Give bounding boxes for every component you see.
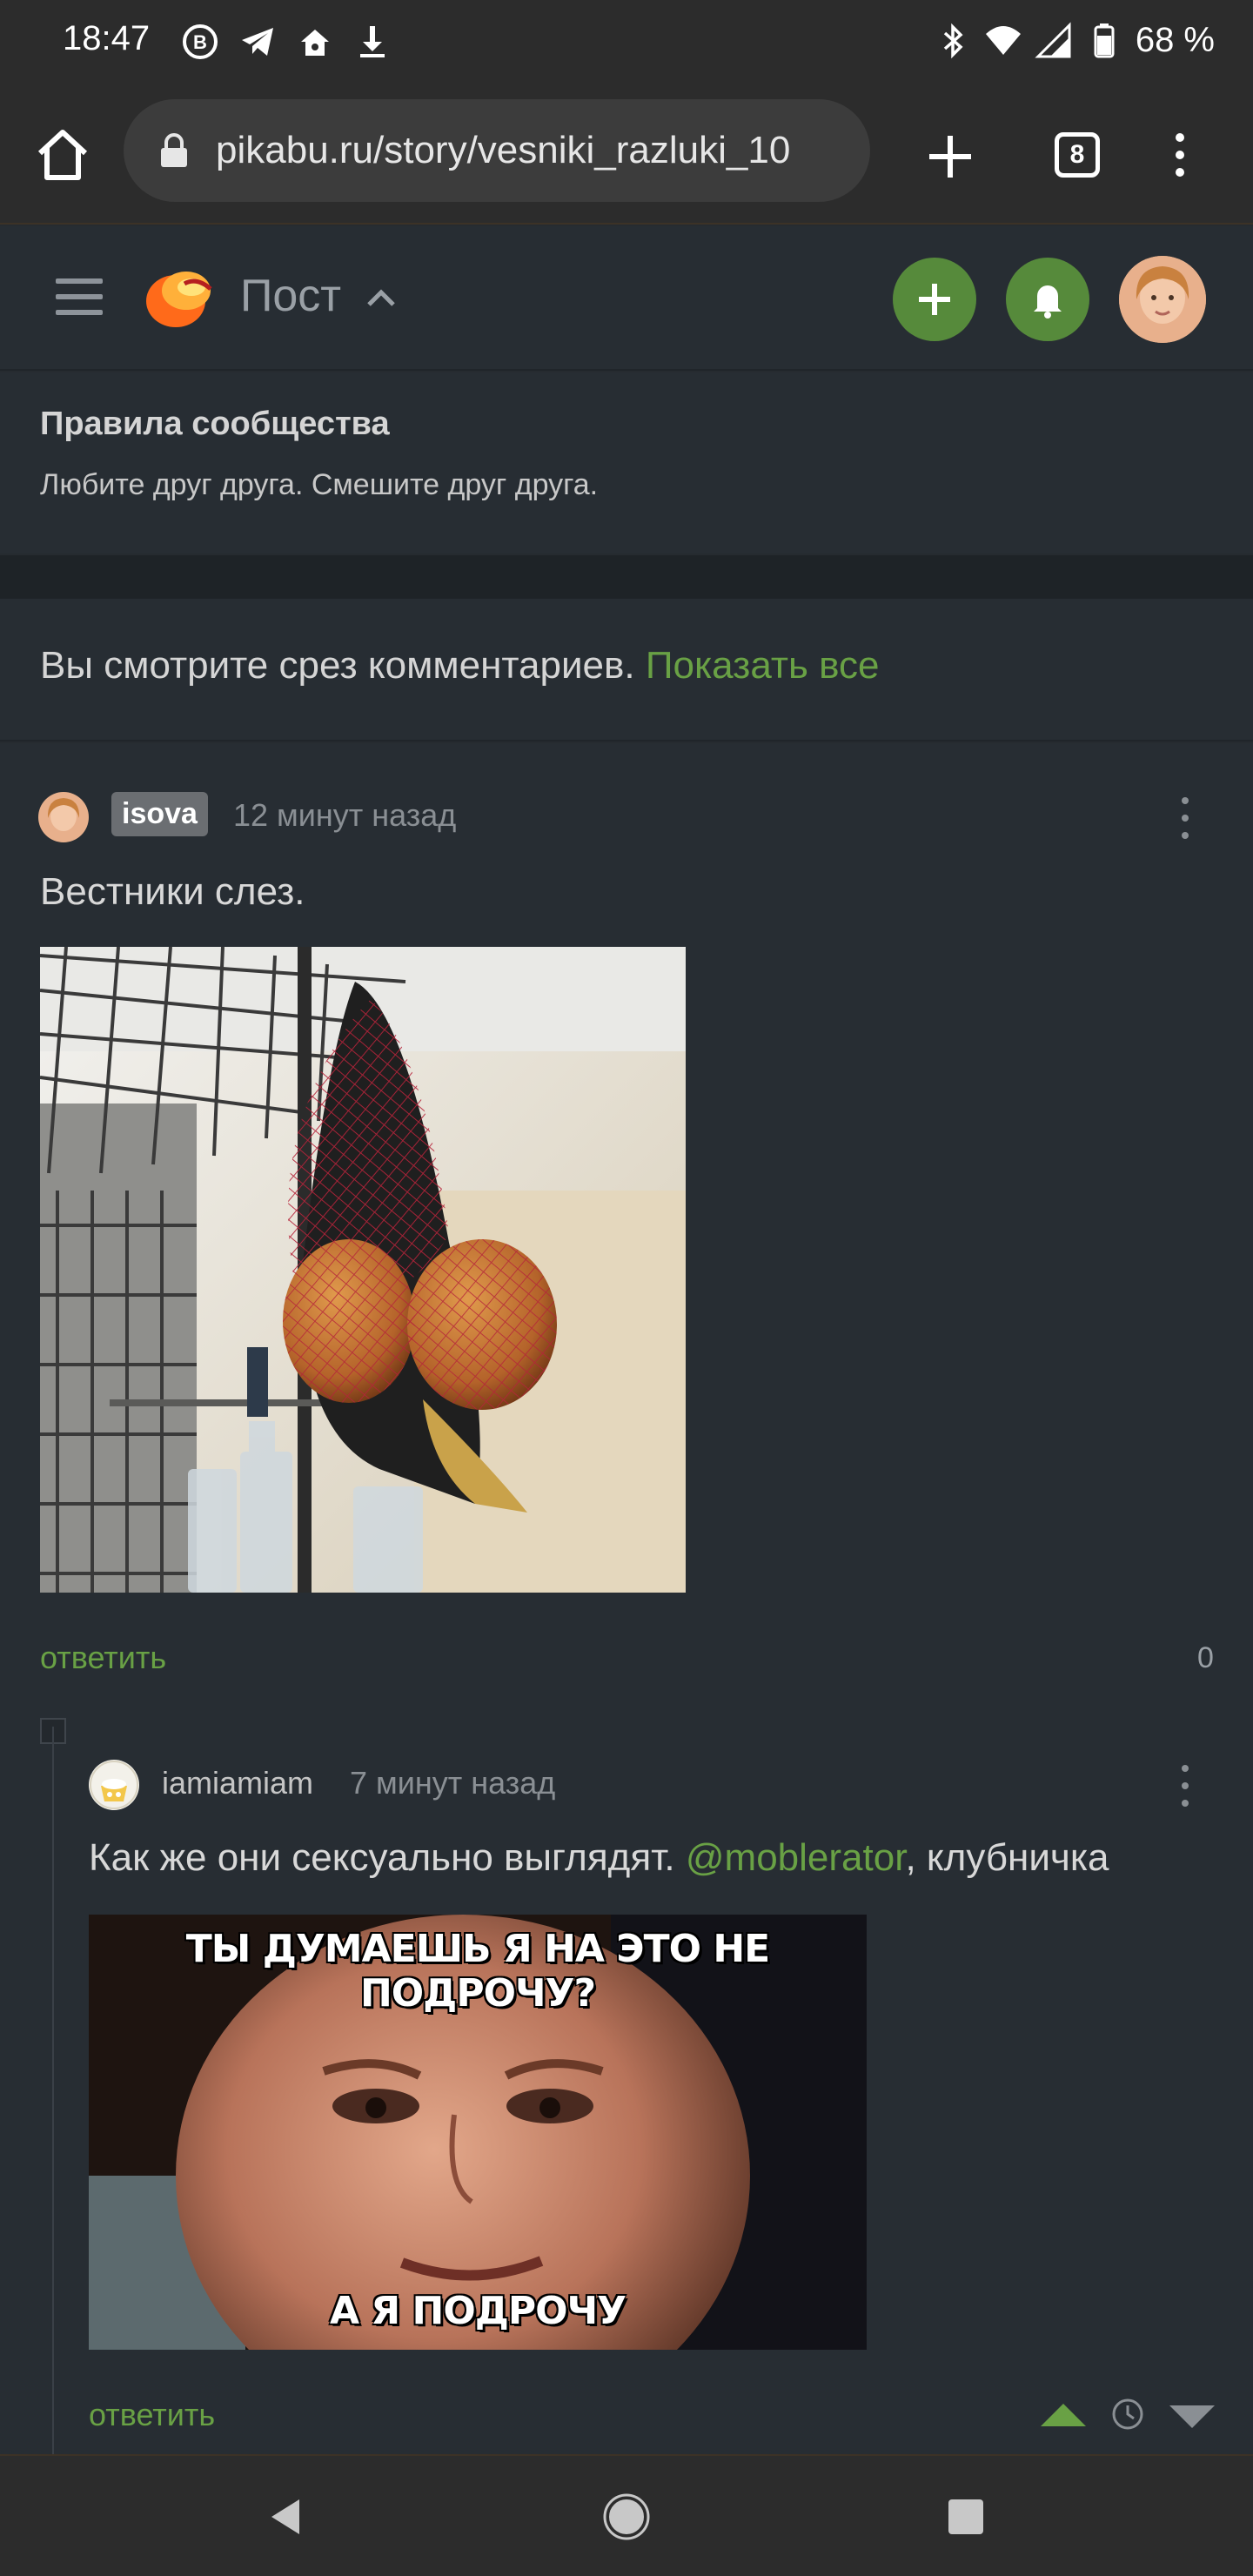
clock: 18:47: [63, 19, 151, 57]
rules-title: Правила сообщества: [40, 406, 390, 442]
slice-notice-label: Вы смотрите срез комментариев.: [40, 644, 635, 687]
system-navigation-bar: [0, 2454, 1253, 2576]
signal-icon: [1035, 21, 1071, 57]
pikabu-logo-icon[interactable]: [141, 258, 216, 332]
address-bar[interactable]: pikabu.ru/story/vesniki_razluki_10: [124, 99, 870, 202]
home-icon[interactable]: [31, 124, 94, 186]
wifi-icon: [985, 25, 1021, 55]
avatar[interactable]: [89, 1760, 139, 1810]
meme-bottom-caption: А Я ПОДРОЧУ: [329, 2289, 626, 2333]
bell-icon: [1034, 285, 1062, 319]
telegram-icon: [242, 28, 273, 56]
bluetooth-icon: [943, 23, 963, 58]
plus-icon: [919, 284, 950, 315]
home-notif-icon: [301, 30, 329, 56]
browser-menu-icon[interactable]: [1163, 129, 1197, 181]
avatar-image: [1119, 256, 1206, 343]
comment-author-badge[interactable]: isova: [111, 792, 208, 836]
clock-icon[interactable]: [1110, 2397, 1145, 2432]
community-rules: Правила сообщества Любите друг друга. См…: [0, 372, 1253, 553]
system-icons: 68 %: [934, 21, 1215, 60]
avatar-image: [89, 1760, 139, 1810]
thread-line[interactable]: [52, 1727, 54, 2454]
user-mention-link[interactable]: @moblerator: [686, 1836, 906, 1879]
site-header: Пост: [0, 226, 1253, 371]
url-text[interactable]: pikabu.ru/story/vesniki_razluki_10: [216, 129, 851, 172]
tab-switcher-button[interactable]: 8: [1055, 132, 1100, 178]
user-avatar[interactable]: [1119, 256, 1206, 343]
section-divider: [0, 555, 1253, 599]
comment-score: 0: [1197, 1641, 1214, 1674]
hamburger-menu-icon[interactable]: [54, 272, 104, 322]
svg-text:B: B: [193, 31, 207, 53]
downvote-icon[interactable]: [1168, 2404, 1216, 2430]
meme-top-caption: ТЫ ДУМАЕШЬ Я НА ЭТО НЕ ПОДРОЧУ?: [185, 1927, 770, 2016]
battery-icon: [1094, 23, 1115, 57]
recents-icon[interactable]: [940, 2491, 992, 2543]
more-options-icon[interactable]: [1175, 1761, 1196, 1810]
chevron-up-icon[interactable]: [365, 284, 397, 310]
comment-text: Вестники слез.: [40, 870, 305, 913]
comment-image[interactable]: [40, 947, 686, 1593]
comments-section: isova 12 минут назад Вестники слез. отве…: [0, 743, 1253, 2454]
back-icon[interactable]: [259, 2491, 312, 2543]
rules-text: Любите друг друга. Смешите друг друга.: [40, 468, 599, 501]
comment-time[interactable]: 7 минут назад: [350, 1765, 555, 1801]
page-title[interactable]: Пост: [240, 270, 341, 322]
comment-meme-image[interactable]: ТЫ ДУМАЕШЬ Я НА ЭТО НЕ ПОДРОЧУ? А Я ПОДР…: [89, 1915, 867, 2350]
comment-time[interactable]: 12 минут назад: [233, 797, 456, 834]
lock-icon: [161, 133, 187, 167]
reply-link[interactable]: ответить: [40, 1640, 166, 1676]
status-bar: 18:47 B 68 %: [0, 0, 1253, 84]
avatar-image: [38, 792, 89, 842]
download-icon: [360, 26, 385, 57]
upvote-icon[interactable]: [1039, 2402, 1088, 2428]
comment-text-part: , клубничка: [905, 1836, 1109, 1879]
battery-percent: 68 %: [1135, 21, 1215, 59]
reply-link[interactable]: ответить: [89, 2397, 215, 2433]
new-tab-icon[interactable]: [924, 131, 976, 183]
comment-text-part: Как же они сексуально выглядят.: [89, 1836, 675, 1879]
notification-icons: B: [181, 23, 392, 61]
comments-slice-notice: Вы смотрите срез комментариев. Показать …: [0, 599, 1253, 741]
avatar[interactable]: [38, 792, 89, 842]
comment-author[interactable]: iamiamiam: [162, 1765, 313, 1801]
more-options-icon[interactable]: [1175, 794, 1196, 842]
add-post-button[interactable]: [893, 258, 976, 341]
home-circle-icon[interactable]: [600, 2491, 653, 2543]
comment-text: Как же они сексуально выглядят. @moblera…: [89, 1836, 1109, 1880]
slice-notice-text: Вы смотрите срез комментариев. Показать …: [40, 644, 879, 688]
b-badge-icon: B: [183, 24, 218, 59]
notifications-button[interactable]: [1006, 258, 1089, 341]
show-all-link[interactable]: Показать все: [646, 644, 880, 687]
browser-toolbar: pikabu.ru/story/vesniki_razluki_10 8: [0, 84, 1253, 225]
